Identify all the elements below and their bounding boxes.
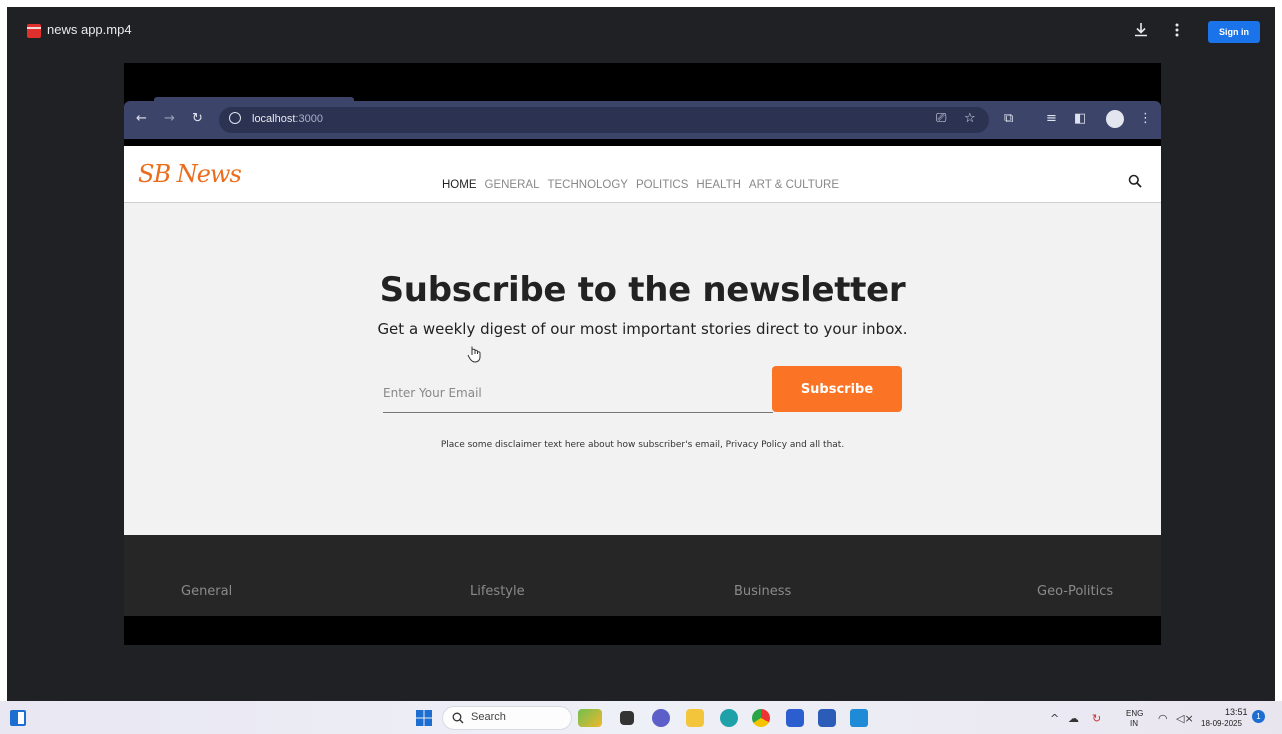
file-explorer-icon[interactable] [686,709,704,727]
bookmark-star-icon[interactable]: ☆ [964,111,976,126]
onedrive-icon[interactable]: ☁ [1068,712,1079,725]
word-icon[interactable] [818,709,836,727]
language-bottom[interactable]: IN [1130,719,1138,728]
taskbar-search-label: Search [471,711,506,723]
volume-muted-icon[interactable]: ◁× [1176,712,1194,725]
bamboo-widget-icon[interactable] [578,709,602,727]
viewer-toolbar: news app.mp4 Sign in [7,7,1275,57]
url-host: localhost [252,113,296,125]
taskbar-search-icon [452,712,464,724]
cast-icon[interactable]: ⎚ [936,111,946,126]
footer-col-business[interactable]: Business [734,584,791,599]
store-icon[interactable] [786,709,804,727]
browser-toolbar: ← → ↻ localhost:3000 ⎚ ☆ ⧉ ≡ ◧ ⋮ [124,97,1161,139]
nav-health[interactable]: HEALTH [696,179,741,191]
windows-start-icon[interactable] [416,710,432,726]
file-title: news app.mp4 [47,22,132,37]
address-bar[interactable] [219,107,989,133]
clock-time[interactable]: 13:51 [1225,707,1248,717]
web-page: SB News HOME GENERAL TECHNOLOGY POLITICS… [124,146,1161,616]
newsletter-subtitle: Get a weekly digest of our most importan… [377,320,908,338]
newsletter-section: Subscribe to the newsletter Get a weekly… [124,203,1161,535]
show-hidden-icons-chevron[interactable]: ^ [1050,712,1059,725]
subscribe-button[interactable]: Subscribe [772,366,902,412]
notification-badge[interactable]: 1 [1252,710,1265,723]
chrome-browser-icon[interactable] [752,709,770,727]
profile-avatar[interactable] [1106,110,1124,128]
teams-chat-icon[interactable] [652,709,670,727]
vscode-icon[interactable] [850,709,868,727]
site-logo[interactable]: SB News [138,160,242,188]
nav-art-culture[interactable]: ART & CULTURE [749,179,839,191]
browser-tab-strip [154,97,354,101]
site-info-icon[interactable] [229,112,241,124]
nav-technology[interactable]: TECHNOLOGY [547,179,628,191]
language-top[interactable]: ENG [1126,709,1143,718]
forward-icon[interactable]: → [164,111,175,126]
more-options-icon[interactable] [1172,21,1182,39]
site-header: SB News HOME GENERAL TECHNOLOGY POLITICS… [124,146,1161,203]
footer-col-geo-politics[interactable]: Geo-Politics [1037,584,1113,599]
clock-date[interactable]: 18-09-2025 [1201,719,1242,728]
reading-list-icon[interactable]: ≡ [1046,111,1057,126]
search-icon[interactable] [1128,174,1142,188]
edge-browser-icon[interactable] [720,709,738,727]
back-icon[interactable]: ← [136,111,147,126]
url-port: :3000 [295,113,323,125]
sign-in-button[interactable]: Sign in [1208,21,1260,43]
download-icon[interactable] [1132,21,1150,39]
extensions-icon[interactable]: ⧉ [1004,111,1013,126]
nav-general[interactable]: GENERAL [485,179,540,191]
widgets-icon[interactable] [10,710,26,726]
sync-icon[interactable]: ↻ [1092,712,1101,725]
newsletter-title: Subscribe to the newsletter [379,270,906,310]
footer-col-general[interactable]: General [181,584,232,599]
main-nav: HOME GENERAL TECHNOLOGY POLITICS HEALTH … [442,179,839,191]
task-view-icon[interactable] [620,711,634,725]
disclaimer-text: Place some disclaimer text here about ho… [440,440,845,450]
nav-politics[interactable]: POLITICS [636,179,688,191]
site-footer: General Lifestyle Business Geo-Politics [124,535,1161,616]
nav-home[interactable]: HOME [442,179,477,191]
video-file-icon [27,24,41,38]
side-panel-icon[interactable]: ◧ [1074,111,1086,126]
email-input[interactable] [383,373,773,413]
video-frame[interactable]: ← → ↻ localhost:3000 ⎚ ☆ ⧉ ≡ ◧ ⋮ SB News… [124,63,1161,645]
reload-icon[interactable]: ↻ [192,111,203,126]
footer-col-lifestyle[interactable]: Lifestyle [470,584,525,599]
wifi-icon[interactable]: ◠ [1158,712,1168,725]
video-viewer: news app.mp4 Sign in ← → ↻ localhost:300… [7,7,1275,701]
windows-taskbar: Search ^ ☁ ↻ ENG IN ◠ ◁× 13:51 18-09-202… [0,701,1282,734]
hand-cursor-icon [467,346,481,363]
url-text[interactable]: localhost:3000 [252,113,323,125]
browser-menu-icon[interactable]: ⋮ [1139,111,1152,126]
